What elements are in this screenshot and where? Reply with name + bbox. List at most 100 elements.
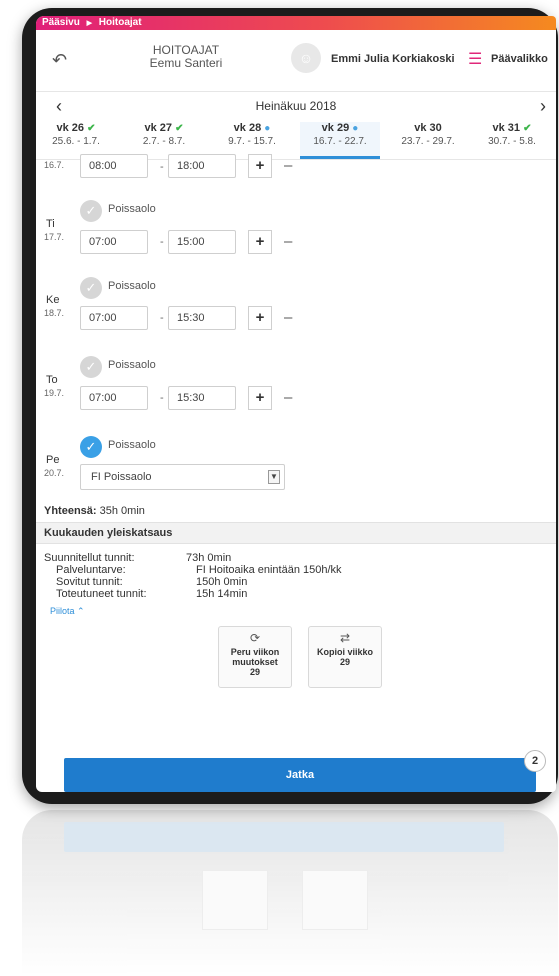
absence-toggle[interactable]: ✓ — [80, 436, 102, 458]
day-name: Ke — [46, 294, 60, 306]
week-dates: 2.7. - 8.7. — [142, 136, 186, 147]
start-time-input[interactable]: 07:00 — [80, 386, 148, 410]
dot-indicator-icon: ● — [264, 123, 271, 134]
absence-type-select[interactable]: FI Poissaolo ▼ — [80, 464, 285, 490]
add-time-button[interactable]: + — [248, 154, 272, 178]
agreed-hours-value: 150h 0min — [196, 576, 248, 588]
start-time-input[interactable]: 07:00 — [80, 306, 148, 330]
add-time-button[interactable]: + — [248, 386, 272, 410]
total-label: Yhteensä: — [44, 505, 97, 517]
check-circle-icon: ✔ — [523, 123, 532, 134]
notification-badge[interactable]: 2 — [524, 750, 546, 772]
absence-toggle[interactable]: ✓ — [80, 356, 102, 378]
undo-week-changes-button[interactable]: ⟳ Peru viikon muutokset 29 — [218, 626, 292, 688]
tab-week-26[interactable]: vk 26 ✔ 25.6. - 1.7. — [36, 122, 116, 147]
absence-label: Poissaolo — [108, 439, 156, 451]
avatar[interactable]: ☺ — [291, 43, 321, 73]
start-time-input[interactable]: 07:00 — [80, 230, 148, 254]
chevron-down-icon: ▼ — [268, 470, 280, 484]
week-label: vk 30 — [414, 122, 442, 134]
page-title-block: HOITOAJAT Eemu Santeri — [136, 44, 236, 70]
start-time-input[interactable]: 08:00 — [80, 154, 148, 178]
breadcrumb-home[interactable]: Pääsivu — [42, 17, 80, 28]
service-need-value: FI Hoitoaika enintään 150h/kk — [196, 564, 342, 576]
app-screen: Pääsivu ▶ Hoitoajat ↶ HOITOAJAT Eemu San… — [36, 16, 556, 792]
main-menu-button[interactable]: Päävalikko — [491, 53, 548, 65]
time-separator: - — [160, 392, 164, 404]
continue-button[interactable]: Jatka — [64, 758, 536, 792]
realized-hours-value: 15h 14min — [196, 588, 248, 600]
copy-week: 29 — [339, 657, 350, 667]
week-dates: 23.7. - 29.7. — [401, 136, 455, 147]
tab-week-27[interactable]: vk 27 ✔ 2.7. - 8.7. — [124, 122, 204, 147]
planned-hours-label: Suunnitellut tunnit: — [44, 552, 135, 564]
weekly-total: Yhteensä: 35h 0min — [36, 500, 556, 522]
day-name: To — [46, 374, 58, 386]
breadcrumb-current: Hoitoajat — [98, 17, 142, 28]
breadcrumb-separator-icon: ▶ — [86, 20, 92, 27]
planned-hours-row: Suunnitellut tunnit: 73h 0min — [36, 552, 556, 564]
week-label: vk 26 — [56, 122, 85, 134]
chevron-up-icon: ⌃ — [77, 606, 85, 616]
absence-toggle[interactable]: ✓ — [80, 200, 102, 222]
end-time-input[interactable]: 15:30 — [168, 306, 236, 330]
hamburger-menu-icon[interactable]: ☰ — [468, 49, 482, 69]
remove-time-button[interactable]: – — [284, 157, 292, 174]
tab-week-31[interactable]: vk 31 ✔ 30.7. - 5.8. — [472, 122, 552, 147]
time-separator: - — [160, 236, 164, 248]
remove-time-button[interactable]: – — [284, 309, 292, 326]
absence-toggle[interactable]: ✓ — [80, 277, 102, 299]
agreed-hours-row: Sovitut tunnit: 150h 0min — [36, 576, 556, 588]
planned-hours-value: 73h 0min — [186, 552, 232, 564]
realized-hours-label: Toteutuneet tunnit: — [56, 588, 147, 600]
week-label: vk 31 — [492, 122, 521, 134]
week-dates: 16.7. - 22.7. — [313, 136, 367, 147]
check-circle-icon: ✔ — [175, 123, 184, 134]
month-overview: Suunnitellut tunnit: 73h 0min Palvelunta… — [36, 544, 556, 688]
copy-icon: ⇄ — [339, 631, 351, 645]
total-value: 35h 0min — [99, 505, 145, 517]
tab-week-29[interactable]: vk 29 ● 16.7. - 22.7. — [300, 122, 380, 159]
refresh-icon: ⟳ — [249, 631, 261, 645]
day-date: 16.7. — [44, 160, 65, 170]
day-date: 17.7. — [44, 232, 65, 242]
end-time-input[interactable]: 15:30 — [168, 386, 236, 410]
hide-overview-link[interactable]: Piilota ⌃ — [50, 606, 85, 617]
undo-label: Peru viikon muutokset — [230, 647, 280, 667]
tab-week-28[interactable]: vk 28 ● 9.7. - 15.7. — [212, 122, 292, 147]
tab-week-30[interactable]: vk 30 23.7. - 29.7. — [388, 122, 468, 147]
undo-week: 29 — [249, 667, 260, 677]
reflection-card-shape — [302, 870, 368, 930]
week-label: vk 27 — [144, 122, 173, 134]
realized-hours-row: Toteutuneet tunnit: 15h 14min — [36, 588, 556, 600]
day-date: 19.7. — [44, 388, 65, 398]
copy-label: Kopioi viikko — [316, 647, 373, 657]
service-need-label: Palveluntarve: — [56, 564, 126, 576]
week-label: vk 29 — [321, 122, 350, 134]
add-time-button[interactable]: + — [248, 306, 272, 330]
day-date: 20.7. — [44, 468, 65, 478]
month-title: Heinäkuu 2018 — [255, 99, 337, 113]
screen-reflection — [22, 810, 558, 976]
add-time-button[interactable]: + — [248, 230, 272, 254]
month-overview-heading: Kuukauden yleiskatsaus — [36, 522, 556, 544]
check-circle-icon: ✔ — [87, 123, 96, 134]
week-dates: 9.7. - 15.7. — [228, 136, 276, 147]
user-name[interactable]: Emmi Julia Korkiakoski — [331, 53, 455, 65]
copy-week-button[interactable]: ⇄ Kopioi viikko 29 — [308, 626, 382, 688]
hide-label: Piilota — [50, 606, 75, 616]
chevron-right-icon[interactable]: › — [540, 96, 546, 117]
end-time-input[interactable]: 15:00 — [168, 230, 236, 254]
day-name: Ti — [46, 218, 55, 230]
week-label: vk 28 — [233, 122, 262, 134]
day-date: 18.7. — [44, 308, 65, 318]
week-dates: 25.6. - 1.7. — [52, 136, 100, 147]
back-arrow-icon[interactable]: ↶ — [52, 50, 67, 71]
remove-time-button[interactable]: – — [284, 389, 292, 406]
reflection-button-shape — [64, 822, 504, 852]
remove-time-button[interactable]: – — [284, 233, 292, 250]
week-dates: 30.7. - 5.8. — [488, 136, 536, 147]
absence-label: Poissaolo — [108, 359, 156, 371]
child-name: Eemu Santeri — [149, 56, 223, 70]
end-time-input[interactable]: 18:00 — [168, 154, 236, 178]
